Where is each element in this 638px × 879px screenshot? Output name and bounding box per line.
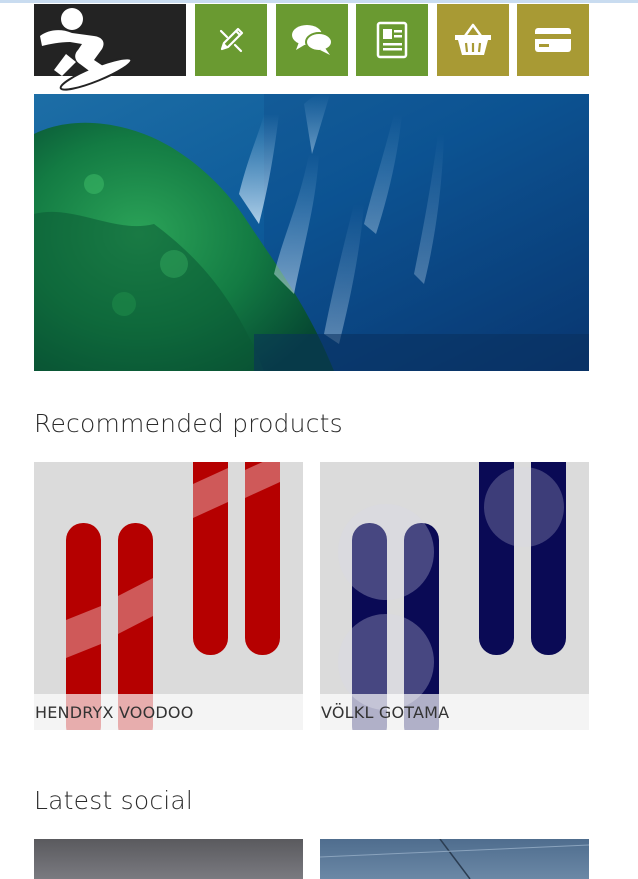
chat-icon bbox=[292, 25, 333, 55]
latest-social-title: Latest social bbox=[34, 786, 194, 815]
product-card-hendryx-voodoo[interactable]: HENDRYX VOODOO bbox=[34, 462, 303, 730]
basket-icon bbox=[455, 23, 491, 55]
product-image-blue-skis bbox=[338, 462, 566, 730]
main-nav bbox=[34, 4, 589, 91]
credit-card-icon bbox=[535, 28, 571, 52]
underwater-reef-image bbox=[34, 94, 589, 371]
contact-card-icon bbox=[376, 21, 408, 59]
social-post-2[interactable] bbox=[320, 839, 589, 879]
product-name: HENDRYX VOODOO bbox=[34, 694, 303, 730]
snowboarder-icon bbox=[40, 8, 133, 91]
product-card-volkl-gotama[interactable]: VÖLKL GOTAMA bbox=[320, 462, 589, 730]
recommended-products-title: Recommended products bbox=[34, 409, 343, 438]
nav-item-basket[interactable] bbox=[437, 4, 509, 76]
social-post-1[interactable] bbox=[34, 839, 303, 879]
nav-item-chat[interactable] bbox=[276, 4, 348, 76]
social-post-image bbox=[320, 839, 589, 879]
nav-item-contact[interactable] bbox=[356, 4, 428, 76]
pencil-icon bbox=[219, 27, 244, 53]
product-image-red-skis bbox=[66, 462, 280, 730]
nav-item-write[interactable] bbox=[195, 4, 267, 76]
product-name: VÖLKL GOTAMA bbox=[320, 694, 589, 730]
logo-home-link[interactable] bbox=[34, 4, 186, 91]
nav-item-payment[interactable] bbox=[517, 4, 589, 76]
hero-banner bbox=[34, 94, 589, 371]
top-border bbox=[0, 0, 638, 3]
